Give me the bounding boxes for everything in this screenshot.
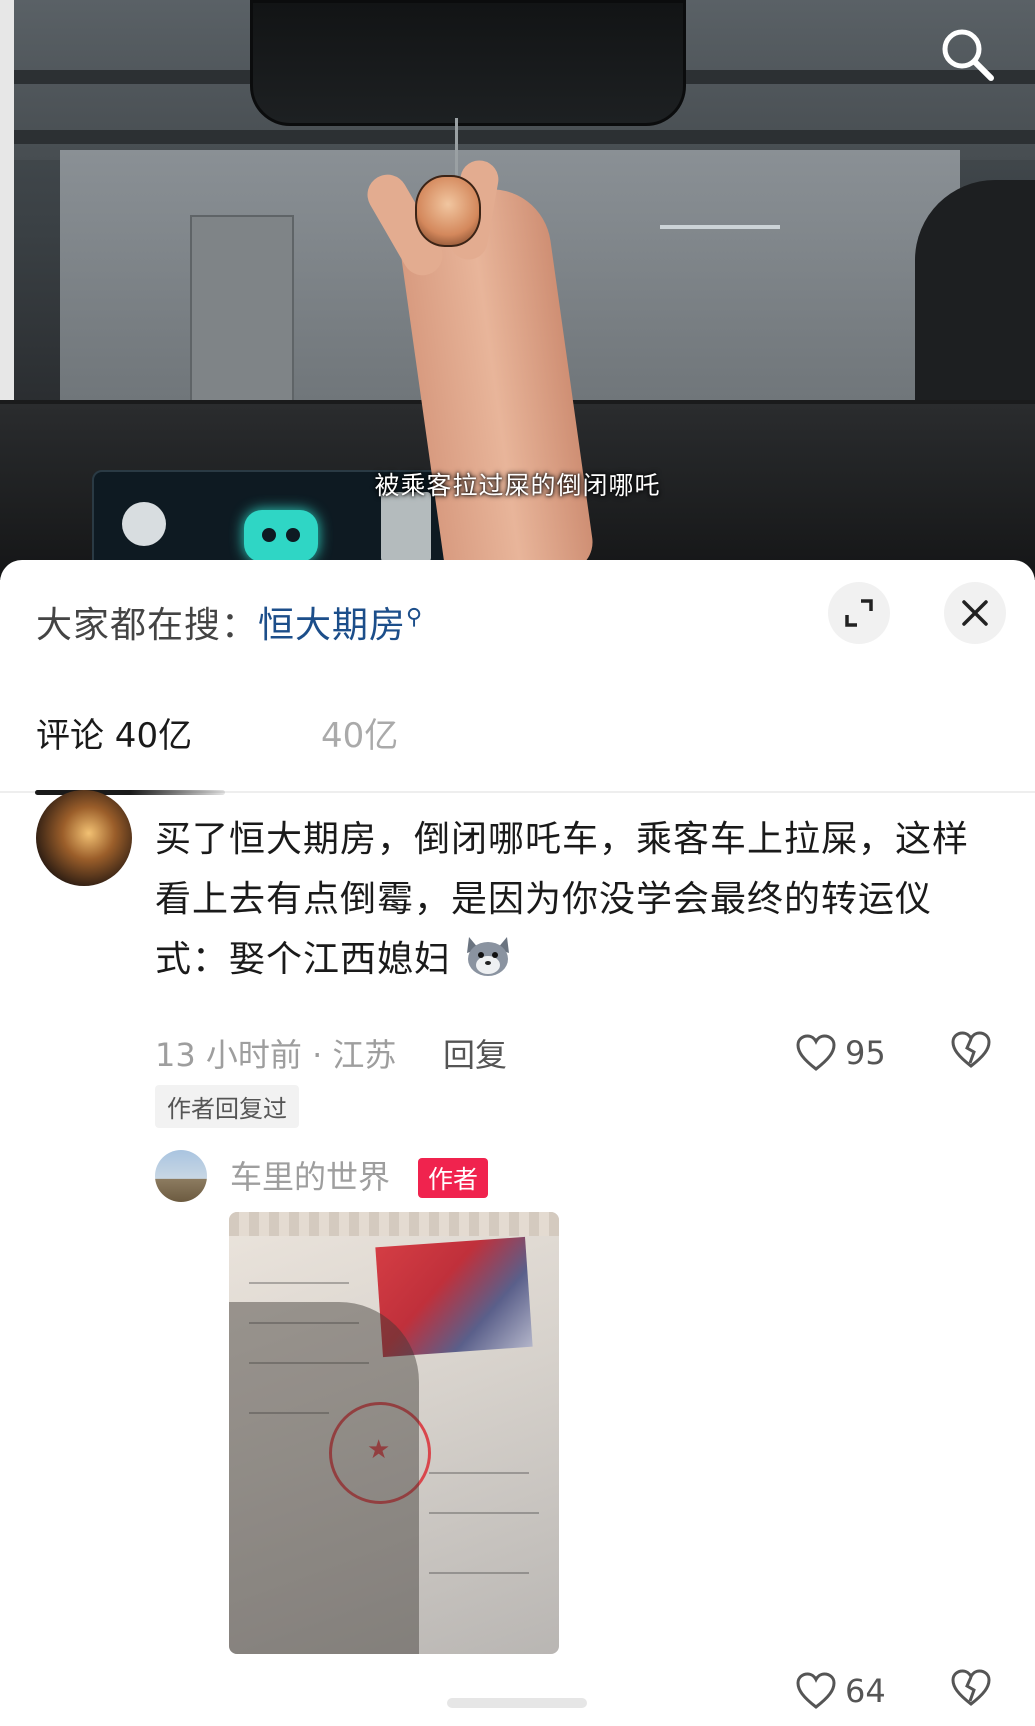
- certificate-line: [429, 1512, 539, 1514]
- author-replied-tag: 作者回复过: [155, 1085, 299, 1128]
- small-search-icon: ⚲: [406, 605, 424, 630]
- reply-button[interactable]: 回复: [443, 1030, 507, 1076]
- marriage-certificate-image[interactable]: [229, 1212, 559, 1654]
- expand-button[interactable]: [828, 582, 890, 644]
- hot-search-bar[interactable]: 大家都在搜：恒大期房⚲: [36, 596, 423, 648]
- like-button[interactable]: 95: [795, 1030, 886, 1076]
- ceiling-beam: [0, 130, 1035, 144]
- video-subtitle: 被乘客拉过屎的倒闭哪吒: [374, 471, 661, 500]
- garage-door: [190, 215, 294, 419]
- broken-heart-icon[interactable]: [950, 1668, 992, 1708]
- video-player[interactable]: 被乘客拉过屎的倒闭哪吒: [0, 0, 1035, 580]
- rearview-mirror: [250, 0, 686, 126]
- certificate-shadow: [229, 1302, 419, 1654]
- close-button[interactable]: [944, 582, 1006, 644]
- nezha-charm: [415, 175, 481, 247]
- close-icon: [962, 600, 988, 626]
- reply-like-button[interactable]: 64: [795, 1668, 886, 1714]
- like-count: 95: [845, 1034, 886, 1072]
- heart-icon: [796, 1034, 836, 1071]
- certificate-line: [429, 1472, 529, 1474]
- author-badge: 作者: [418, 1158, 489, 1198]
- reply-like-count: 64: [845, 1672, 886, 1710]
- author-name[interactable]: 车里的世界: [230, 1152, 390, 1198]
- commenter-avatar[interactable]: [36, 790, 132, 886]
- heart-icon: [796, 1672, 836, 1709]
- hot-search-prefix: 大家都在搜：: [36, 605, 259, 646]
- comment-meta: 13 小时前 · 江苏: [155, 1036, 397, 1074]
- expand-icon: [845, 599, 873, 627]
- ceiling-light: [660, 225, 780, 229]
- wolf-emoji-icon: [463, 933, 513, 979]
- hot-search-term[interactable]: 恒大期房: [258, 605, 406, 646]
- watermark-bar: [447, 1698, 587, 1708]
- certificate-border: [229, 1212, 559, 1236]
- comment-text: 买了恒大期房，倒闭哪吒车，乘客车上拉屎，这样看上去有点倒霉，是因为你没学会最终的…: [155, 819, 970, 980]
- broken-heart-icon[interactable]: [950, 1030, 992, 1070]
- comment-sheet: 大家都在搜：恒大期房⚲ 评论 40亿 40亿 买了恒大期房，倒闭哪吒车，乘客车上…: [0, 560, 1035, 1726]
- certificate-line: [429, 1572, 529, 1574]
- screen-widget: [381, 492, 431, 562]
- screen-clock-icon: [122, 502, 166, 546]
- tab-secondary[interactable]: 40亿: [321, 708, 398, 757]
- certificate-line: [249, 1282, 349, 1284]
- robot-assistant-icon: [244, 510, 318, 562]
- author-avatar[interactable]: [155, 1150, 207, 1202]
- search-icon[interactable]: [935, 22, 999, 86]
- charm-string: [455, 118, 458, 178]
- tab-comments[interactable]: 评论 40亿: [36, 708, 192, 757]
- comment-body: 买了恒大期房，倒闭哪吒车，乘客车上拉屎，这样看上去有点倒霉，是因为你没学会最终的…: [155, 810, 975, 990]
